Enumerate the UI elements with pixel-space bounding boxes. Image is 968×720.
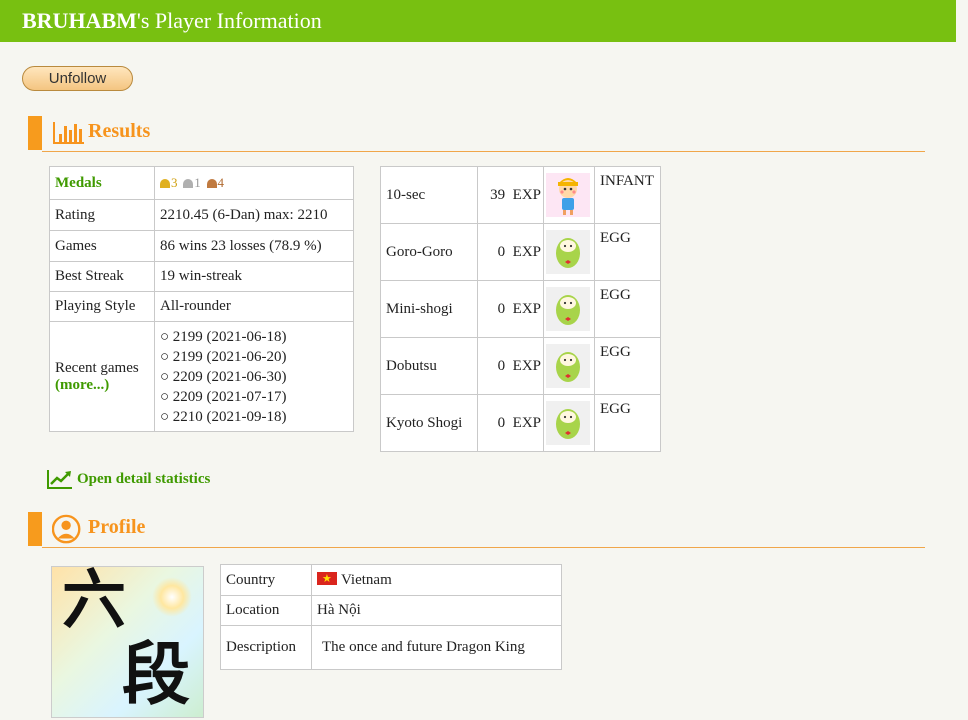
table-row: Dobutsu 0 EXP EGG bbox=[380, 337, 661, 395]
country-label: Country bbox=[220, 564, 312, 596]
section-divider bbox=[42, 151, 925, 152]
avatar-sparkle bbox=[152, 577, 192, 617]
description-label: Description bbox=[220, 625, 312, 670]
recent-games-label-cell: Recent games (more...) bbox=[49, 321, 155, 432]
vietnam-flag-icon: ★ bbox=[317, 571, 337, 585]
list-item: ○ 2199 (2021-06-20) bbox=[160, 348, 287, 365]
section-divider bbox=[42, 547, 925, 548]
list-item: ○ 2209 (2021-07-17) bbox=[160, 388, 287, 405]
medals-value: 3 1 4 bbox=[154, 166, 354, 200]
mode-label: 10-sec bbox=[380, 166, 478, 224]
page-title: BRUHABM's Player Information bbox=[22, 8, 322, 34]
player-name: BRUHABM bbox=[22, 8, 137, 33]
page-title-suffix: 's Player Information bbox=[136, 8, 322, 33]
mode-label: Mini-shogi bbox=[380, 280, 478, 338]
infant-avatar-icon bbox=[546, 173, 590, 217]
location-label: Location bbox=[220, 595, 312, 626]
list-item: ○ 2209 (2021-06-30) bbox=[160, 368, 287, 385]
exp-value: 0 EXP bbox=[477, 394, 544, 452]
exp-table: 10-sec 39 EXP INFANT Goro-Goro 0 EXP EGG… bbox=[380, 166, 661, 452]
unfollow-button[interactable]: Unfollow bbox=[22, 66, 133, 91]
table-row: Games 86 wins 23 losses (78.9 %) bbox=[49, 230, 354, 262]
section-accent-bar bbox=[28, 116, 42, 150]
rating-value: 2210.45 (6-Dan) max: 2210 bbox=[154, 199, 354, 231]
table-row: Kyoto Shogi 0 EXP EGG bbox=[380, 394, 661, 452]
playing-style-value: All-rounder bbox=[154, 291, 354, 322]
games-label: Games bbox=[49, 230, 155, 262]
list-item: ○ 2199 (2021-06-18) bbox=[160, 328, 287, 345]
avatar-cell bbox=[543, 166, 595, 224]
trend-chart-icon bbox=[47, 470, 72, 489]
recent-games-list: ○ 2199 (2021-06-18) ○ 2199 (2021-06-20) … bbox=[154, 321, 354, 432]
avatar-text-bottom: 段 bbox=[122, 635, 191, 715]
egg-avatar-icon bbox=[546, 344, 590, 388]
best-streak-label: Best Streak bbox=[49, 261, 155, 292]
gold-medal-icon bbox=[160, 178, 170, 188]
table-row: Mini-shogi 0 EXP EGG bbox=[380, 280, 661, 338]
recent-games-label: Recent games bbox=[55, 359, 139, 376]
playing-style-label: Playing Style bbox=[49, 291, 155, 322]
exp-value: 0 EXP bbox=[477, 223, 544, 281]
avatar-cell bbox=[543, 280, 595, 338]
exp-value: 39 EXP bbox=[477, 166, 544, 224]
silver-medal-icon bbox=[183, 178, 194, 188]
table-row: Goro-Goro 0 EXP EGG bbox=[380, 223, 661, 281]
mode-label: Goro-Goro bbox=[380, 223, 478, 281]
egg-avatar-icon bbox=[546, 287, 590, 331]
medals-label: Medals bbox=[49, 166, 155, 200]
list-item: ○ 2210 (2021-09-18) bbox=[160, 408, 287, 425]
level-label: EGG bbox=[594, 223, 661, 281]
open-detail-statistics-link[interactable]: Open detail statistics bbox=[46, 468, 210, 490]
location-value: Hà Nội bbox=[311, 595, 562, 626]
country-value: ★ Vietnam bbox=[311, 564, 562, 596]
avatar-cell bbox=[543, 337, 595, 395]
best-streak-value: 19 win-streak bbox=[154, 261, 354, 292]
games-value: 86 wins 23 losses (78.9 %) bbox=[154, 230, 354, 262]
rating-label: Rating bbox=[49, 199, 155, 231]
results-section-header: Results bbox=[28, 116, 925, 152]
table-row: Rating 2210.45 (6-Dan) max: 2210 bbox=[49, 199, 354, 231]
section-accent-bar bbox=[28, 512, 42, 546]
profile-table: Country ★ Vietnam Location Hà Nội Descrip… bbox=[220, 564, 562, 670]
table-row: Best Streak 19 win-streak bbox=[49, 261, 354, 292]
avatar-cell bbox=[543, 223, 595, 281]
avatar: 六 段 bbox=[51, 566, 204, 718]
level-label: INFANT bbox=[594, 166, 661, 224]
results-table: Medals 3 1 4 Rating 2210.45 (6-Dan) max:… bbox=[49, 166, 354, 432]
user-icon bbox=[52, 514, 81, 544]
level-label: EGG bbox=[594, 394, 661, 452]
egg-avatar-icon bbox=[546, 401, 590, 445]
page-header: BRUHABM's Player Information bbox=[0, 0, 956, 42]
table-row: Country ★ Vietnam bbox=[220, 564, 562, 596]
mode-label: Kyoto Shogi bbox=[380, 394, 478, 452]
results-heading: Results bbox=[88, 120, 151, 142]
level-label: EGG bbox=[594, 337, 661, 395]
description-value: The once and future Dragon King bbox=[311, 625, 562, 670]
bronze-medal-icon bbox=[206, 178, 217, 188]
egg-avatar-icon bbox=[546, 230, 590, 274]
profile-heading: Profile bbox=[88, 516, 146, 538]
table-row: 10-sec 39 EXP INFANT bbox=[380, 166, 661, 224]
exp-value: 0 EXP bbox=[477, 337, 544, 395]
table-row: Description The once and future Dragon K… bbox=[220, 625, 562, 670]
level-label: EGG bbox=[594, 280, 661, 338]
avatar-text-top: 六 bbox=[62, 566, 126, 638]
table-row: Playing Style All-rounder bbox=[49, 291, 354, 322]
table-row: Medals 3 1 4 bbox=[49, 166, 354, 200]
exp-value: 0 EXP bbox=[477, 280, 544, 338]
table-row: Location Hà Nội bbox=[220, 595, 562, 626]
profile-section-header: Profile bbox=[28, 512, 925, 548]
mode-label: Dobutsu bbox=[380, 337, 478, 395]
recent-games-more-link[interactable]: (more...) bbox=[55, 377, 149, 394]
open-detail-statistics-label: Open detail statistics bbox=[77, 470, 211, 487]
bar-chart-icon bbox=[53, 122, 84, 144]
avatar-cell bbox=[543, 394, 595, 452]
table-row: Recent games (more...) ○ 2199 (2021-06-1… bbox=[49, 321, 354, 432]
